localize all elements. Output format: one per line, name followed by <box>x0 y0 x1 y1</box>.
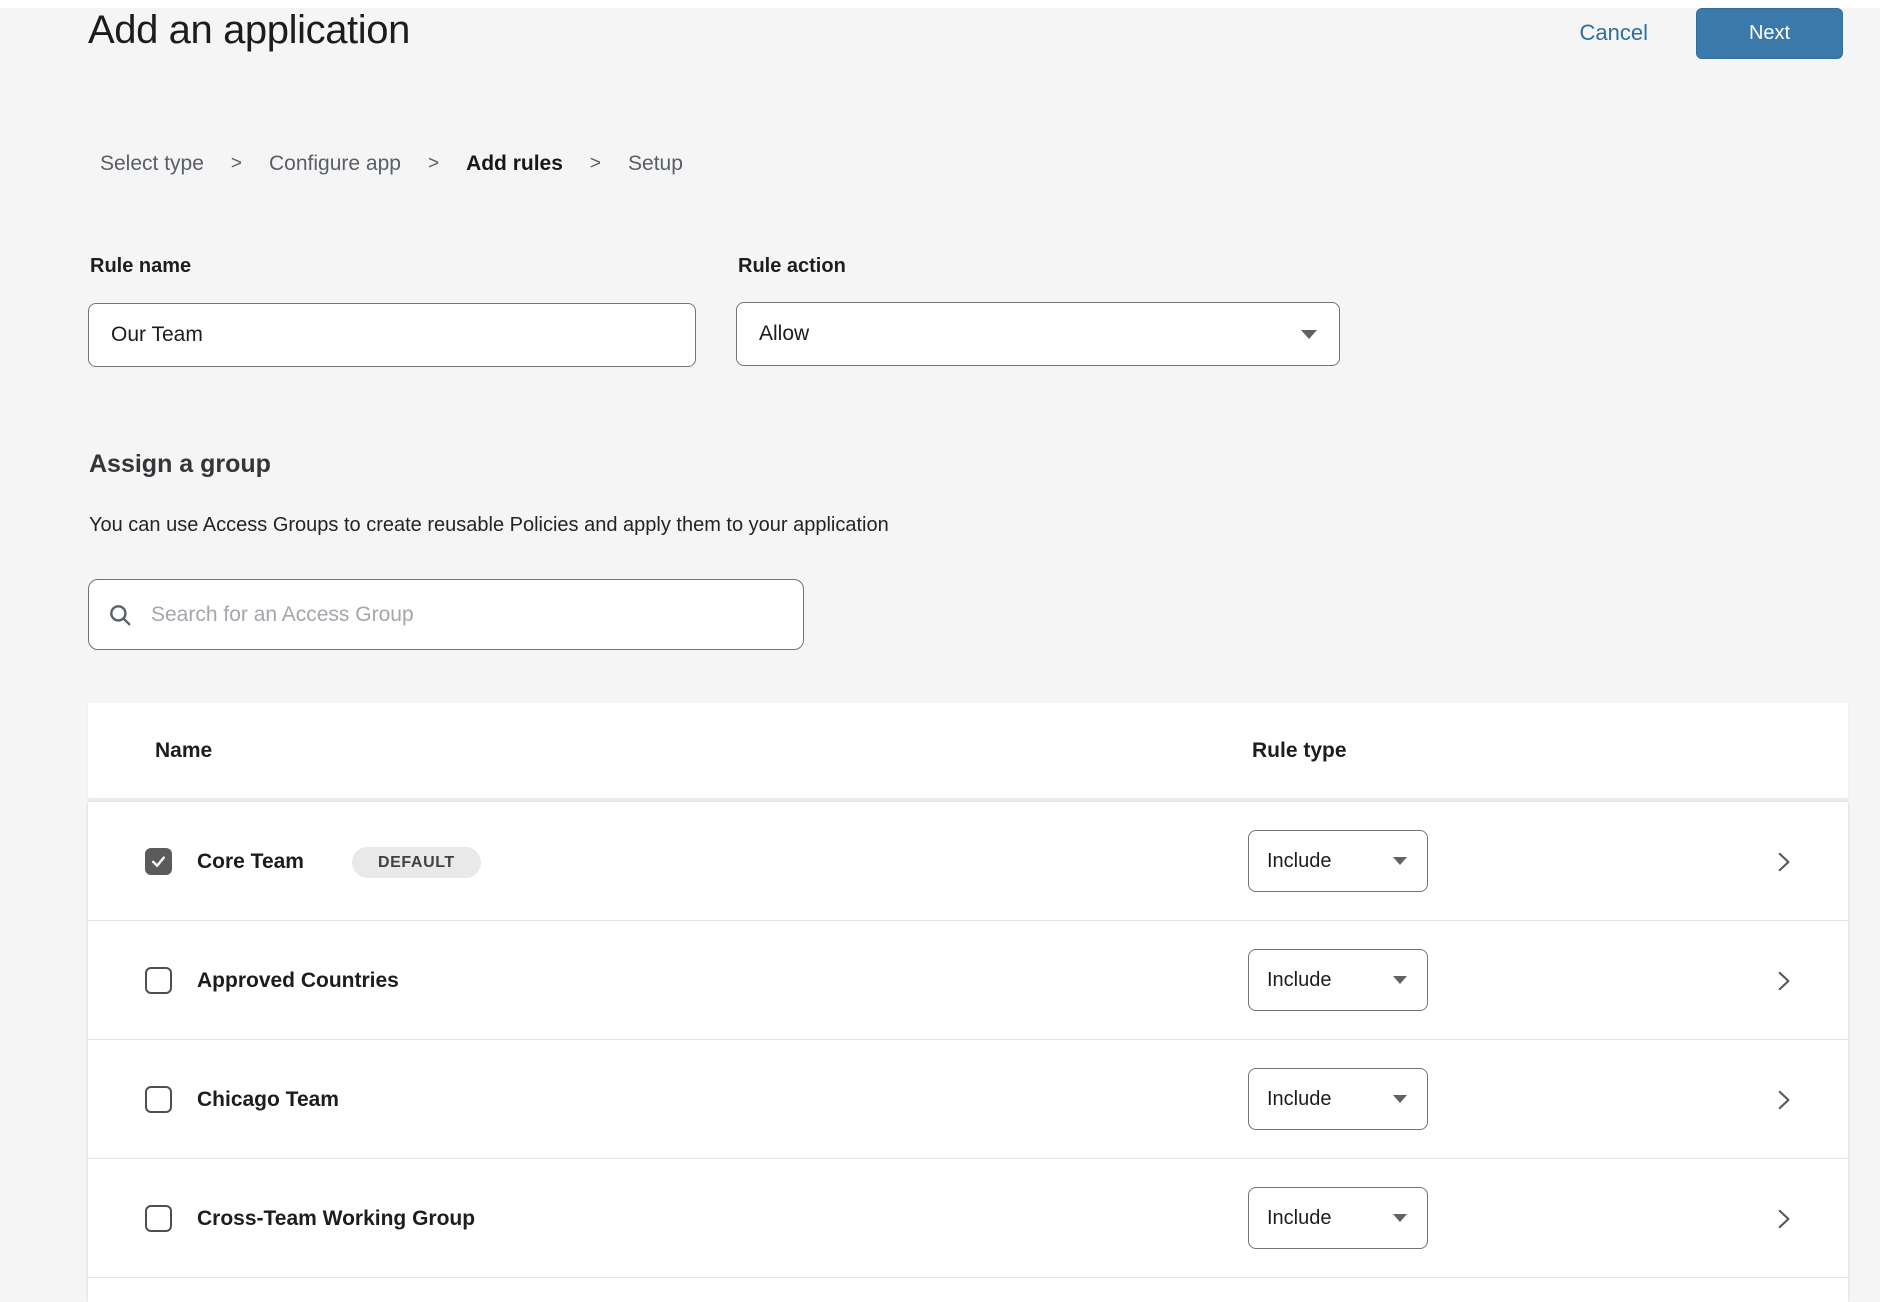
group-name: Chicago Team <box>197 1040 339 1159</box>
default-badge: DEFAULT <box>352 847 481 878</box>
rule-type-value: Include <box>1267 1088 1332 1111</box>
rule-type-value: Include <box>1267 969 1332 992</box>
assign-group-description: You can use Access Groups to create reus… <box>89 514 889 537</box>
row-expand-button[interactable] <box>1770 849 1796 875</box>
breadcrumb-separator-icon: > <box>590 153 601 175</box>
search-input[interactable] <box>149 602 785 628</box>
access-group-search[interactable] <box>88 579 804 650</box>
breadcrumb: Select type > Configure app > Add rules … <box>100 152 683 176</box>
table-row-chicago-team: Chicago Team Include <box>88 1040 1848 1159</box>
chevron-down-icon <box>1301 330 1317 339</box>
top-white-strip <box>0 0 1880 8</box>
cancel-button[interactable]: Cancel <box>1580 20 1648 46</box>
chevron-right-icon <box>1770 968 1796 994</box>
rule-action-select[interactable]: Allow <box>736 302 1340 366</box>
next-button[interactable]: Next <box>1696 8 1843 59</box>
chevron-right-icon <box>1770 1087 1796 1113</box>
column-header-rule-type: Rule type <box>1252 703 1347 798</box>
row-expand-button[interactable] <box>1770 1206 1796 1232</box>
table-row-approved-countries: Approved Countries Include <box>88 921 1848 1040</box>
header-actions: Cancel Next <box>1580 8 1843 58</box>
page-title: Add an application <box>88 8 410 53</box>
breadcrumb-separator-icon: > <box>428 153 439 175</box>
table-row-partial <box>88 1278 1848 1302</box>
chevron-down-icon <box>1393 1095 1407 1103</box>
breadcrumb-separator-icon: > <box>231 153 242 175</box>
chevron-right-icon <box>1770 849 1796 875</box>
table-row-core-team: Core Team DEFAULT Include <box>88 802 1848 921</box>
breadcrumb-step-setup[interactable]: Setup <box>628 152 683 176</box>
row-expand-button[interactable] <box>1770 968 1796 994</box>
group-name: Cross-Team Working Group <box>197 1159 475 1278</box>
rule-action-value: Allow <box>759 322 809 346</box>
checkbox-unchecked[interactable] <box>145 967 172 994</box>
column-header-name: Name <box>155 703 212 798</box>
groups-table-header: Name Rule type <box>88 703 1848 798</box>
group-name: Core Team <box>197 802 304 921</box>
rule-name-input[interactable] <box>88 303 696 367</box>
rule-type-select[interactable]: Include <box>1248 830 1428 892</box>
breadcrumb-step-select-type[interactable]: Select type <box>100 152 204 176</box>
table-row-cross-team-working-group: Cross-Team Working Group Include <box>88 1159 1848 1278</box>
rule-name-label: Rule name <box>90 255 191 278</box>
rule-type-select[interactable]: Include <box>1248 1187 1428 1249</box>
rule-type-value: Include <box>1267 1207 1332 1230</box>
chevron-down-icon <box>1393 1214 1407 1222</box>
checkbox-unchecked[interactable] <box>145 1205 172 1232</box>
rule-action-label: Rule action <box>738 255 846 278</box>
assign-group-heading: Assign a group <box>89 450 271 479</box>
group-name: Approved Countries <box>197 921 399 1040</box>
check-icon <box>150 853 167 870</box>
chevron-right-icon <box>1770 1206 1796 1232</box>
add-application-page: Add an application Cancel Next Select ty… <box>0 0 1880 1302</box>
chevron-down-icon <box>1393 976 1407 984</box>
groups-table: Core Team DEFAULT Include Approved Count… <box>88 802 1848 1302</box>
breadcrumb-step-add-rules[interactable]: Add rules <box>466 152 563 176</box>
rule-type-select[interactable]: Include <box>1248 1068 1428 1130</box>
chevron-down-icon <box>1393 857 1407 865</box>
breadcrumb-step-configure-app[interactable]: Configure app <box>269 152 401 176</box>
rule-type-value: Include <box>1267 850 1332 873</box>
checkbox-unchecked[interactable] <box>145 1086 172 1113</box>
checkbox-checked[interactable] <box>145 848 172 875</box>
rule-type-select[interactable]: Include <box>1248 949 1428 1011</box>
row-expand-button[interactable] <box>1770 1087 1796 1113</box>
search-icon <box>107 602 133 628</box>
